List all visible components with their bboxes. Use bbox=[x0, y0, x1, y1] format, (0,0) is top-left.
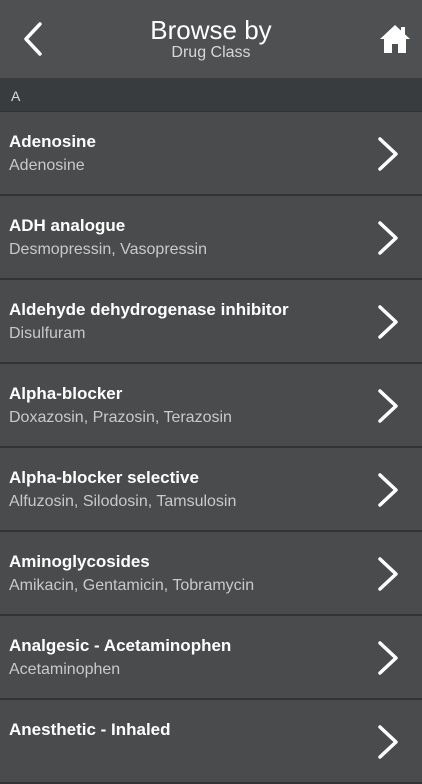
item-subtitle: Acetaminophen bbox=[9, 661, 121, 678]
chevron-right-icon bbox=[378, 137, 398, 171]
drug-class-list: Adenosine Adenosine ADH analogue Desmopr… bbox=[0, 112, 422, 784]
list-item[interactable]: Alpha-blocker Doxazosin, Prazosin, Teraz… bbox=[0, 364, 422, 448]
chevron-right-icon bbox=[378, 221, 398, 255]
item-title: Alpha-blocker selective bbox=[9, 468, 199, 487]
item-subtitle: Alfuzosin, Silodosin, Tamsulosin bbox=[9, 493, 237, 510]
chevron-right-icon bbox=[378, 389, 398, 423]
list-item[interactable]: Analgesic - Acetaminophen Acetaminophen bbox=[0, 616, 422, 700]
item-subtitle: Amikacin, Gentamicin, Tobramycin bbox=[9, 577, 255, 594]
section-label: A bbox=[11, 88, 21, 104]
list-item[interactable]: Aldehyde dehydrogenase inhibitor Disulfu… bbox=[0, 280, 422, 364]
chevron-right-icon bbox=[378, 725, 398, 759]
chevron-right-icon bbox=[378, 305, 398, 339]
list-item[interactable]: ADH analogue Desmopressin, Vasopressin bbox=[0, 196, 422, 280]
home-icon bbox=[380, 25, 410, 53]
item-title: Aldehyde dehydrogenase inhibitor bbox=[9, 300, 289, 319]
item-subtitle: Doxazosin, Prazosin, Terazosin bbox=[9, 409, 232, 426]
item-title: Adenosine bbox=[9, 132, 96, 151]
item-title: Alpha-blocker bbox=[9, 384, 123, 403]
item-title: Aminoglycosides bbox=[9, 552, 150, 571]
list-item[interactable]: Alpha-blocker selective Alfuzosin, Silod… bbox=[0, 448, 422, 532]
home-button[interactable] bbox=[378, 22, 412, 56]
item-subtitle: Desmopressin, Vasopressin bbox=[9, 241, 208, 258]
app-header: Browse by Drug Class bbox=[0, 0, 422, 78]
list-item[interactable]: Adenosine Adenosine bbox=[0, 112, 422, 196]
list-item[interactable]: Aminoglycosides Amikacin, Gentamicin, To… bbox=[0, 532, 422, 616]
item-title: Analgesic - Acetaminophen bbox=[9, 636, 232, 655]
item-subtitle: Adenosine bbox=[9, 157, 85, 174]
page-subtitle: Drug Class bbox=[171, 44, 251, 61]
item-subtitle: Disulfuram bbox=[9, 325, 86, 342]
page-title: Browse by bbox=[150, 15, 272, 45]
item-title: ADH analogue bbox=[9, 216, 126, 235]
list-item[interactable]: Anesthetic - Inhaled bbox=[0, 700, 422, 784]
chevron-right-icon bbox=[378, 557, 398, 591]
chevron-right-icon bbox=[378, 641, 398, 675]
chevron-right-icon bbox=[378, 473, 398, 507]
item-title: Anesthetic - Inhaled bbox=[9, 720, 171, 739]
section-header: A bbox=[0, 81, 422, 112]
